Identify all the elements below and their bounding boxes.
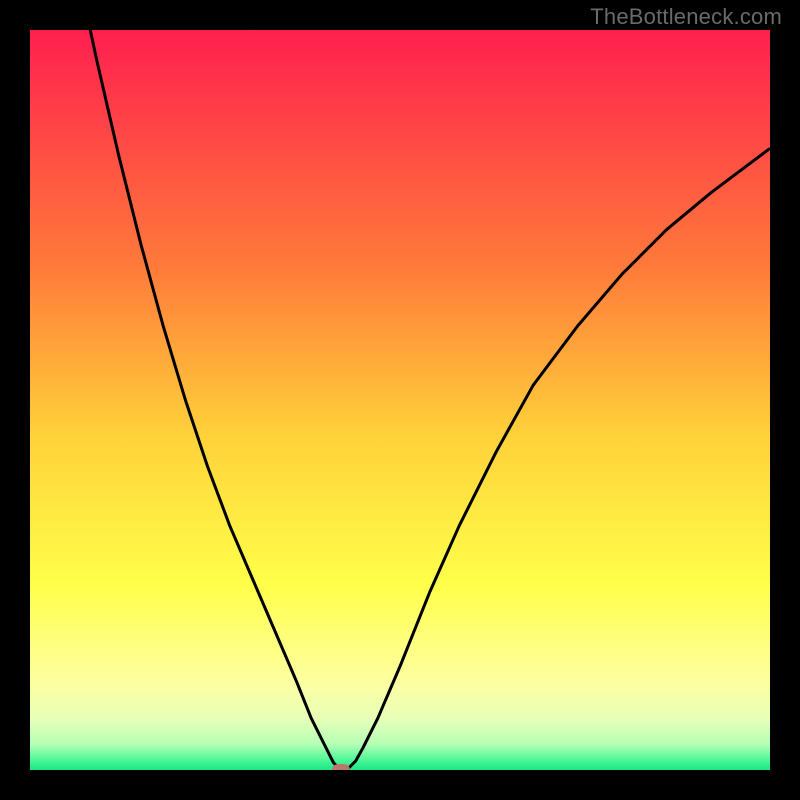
bottleneck-curve [30,30,770,770]
curve-svg [30,30,770,770]
optimum-marker [332,764,350,770]
plot-area [30,30,770,770]
chart-frame: TheBottleneck.com [0,0,800,800]
watermark-text: TheBottleneck.com [590,4,782,30]
